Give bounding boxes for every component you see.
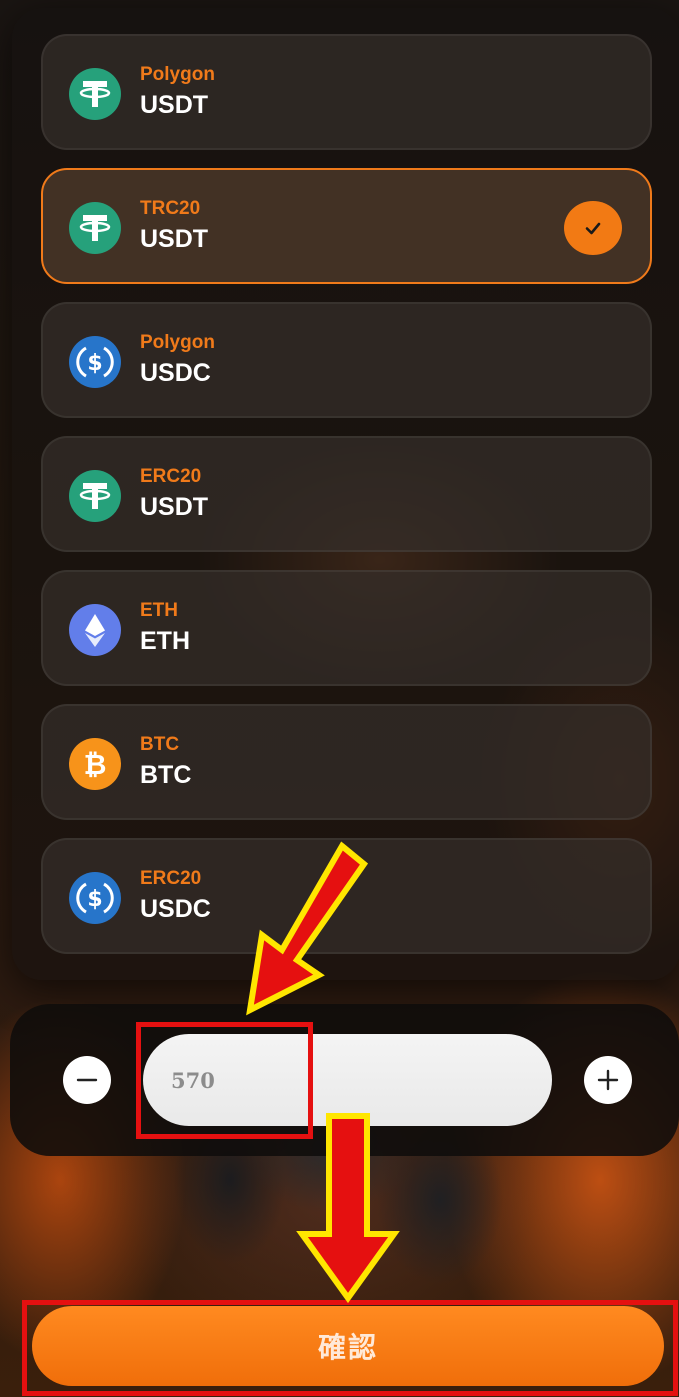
- usdc-icon: $: [69, 336, 121, 388]
- asset-network-label: ERC20: [140, 466, 202, 487]
- asset-network-label: Polygon: [140, 332, 215, 353]
- confirm-button[interactable]: 確認: [32, 1306, 664, 1386]
- asset-symbol-label: USDT: [140, 91, 209, 119]
- decrement-button[interactable]: [63, 1056, 111, 1104]
- increment-button[interactable]: [584, 1056, 632, 1104]
- asset-symbol-label: USDT: [140, 225, 209, 253]
- asset-network-label: ERC20: [140, 868, 202, 889]
- tether-icon: [69, 470, 121, 522]
- asset-network-label: ETH: [140, 600, 178, 621]
- asset-option-eth[interactable]: ETH ETH: [41, 570, 652, 686]
- asset-symbol-label: USDC: [140, 359, 211, 387]
- asset-symbol-label: USDT: [140, 493, 209, 521]
- asset-option-trc20-usdt[interactable]: TRC20 USDT: [41, 168, 652, 284]
- asset-network-label: Polygon: [140, 64, 215, 85]
- tether-icon: [69, 202, 121, 254]
- asset-symbol-label: ETH: [140, 627, 190, 655]
- svg-text:$: $: [87, 887, 102, 912]
- asset-symbol-label: USDC: [140, 895, 211, 923]
- svg-text:₿: ₿: [84, 748, 107, 781]
- minus-icon: [76, 1078, 98, 1082]
- asset-option-erc20-usdt[interactable]: ERC20 USDT: [41, 436, 652, 552]
- usdc-icon: $: [69, 872, 121, 924]
- bitcoin-icon: ₿: [69, 738, 121, 790]
- asset-option-erc20-usdc[interactable]: $ ERC20 USDC: [41, 838, 652, 954]
- svg-text:$: $: [87, 351, 102, 376]
- selected-check-icon: [564, 201, 622, 255]
- amount-input[interactable]: [143, 1034, 552, 1126]
- asset-symbol-label: BTC: [140, 761, 192, 789]
- asset-option-polygon-usdc[interactable]: $ Polygon USDC: [41, 302, 652, 418]
- tether-icon: [69, 68, 121, 120]
- ethereum-icon: [69, 604, 121, 656]
- asset-network-label: TRC20: [140, 198, 201, 219]
- plus-icon: [597, 1069, 619, 1091]
- asset-option-polygon-usdt[interactable]: Polygon USDT: [41, 34, 652, 150]
- asset-option-btc[interactable]: ₿ BTC BTC: [41, 704, 652, 820]
- asset-network-label: BTC: [140, 734, 180, 755]
